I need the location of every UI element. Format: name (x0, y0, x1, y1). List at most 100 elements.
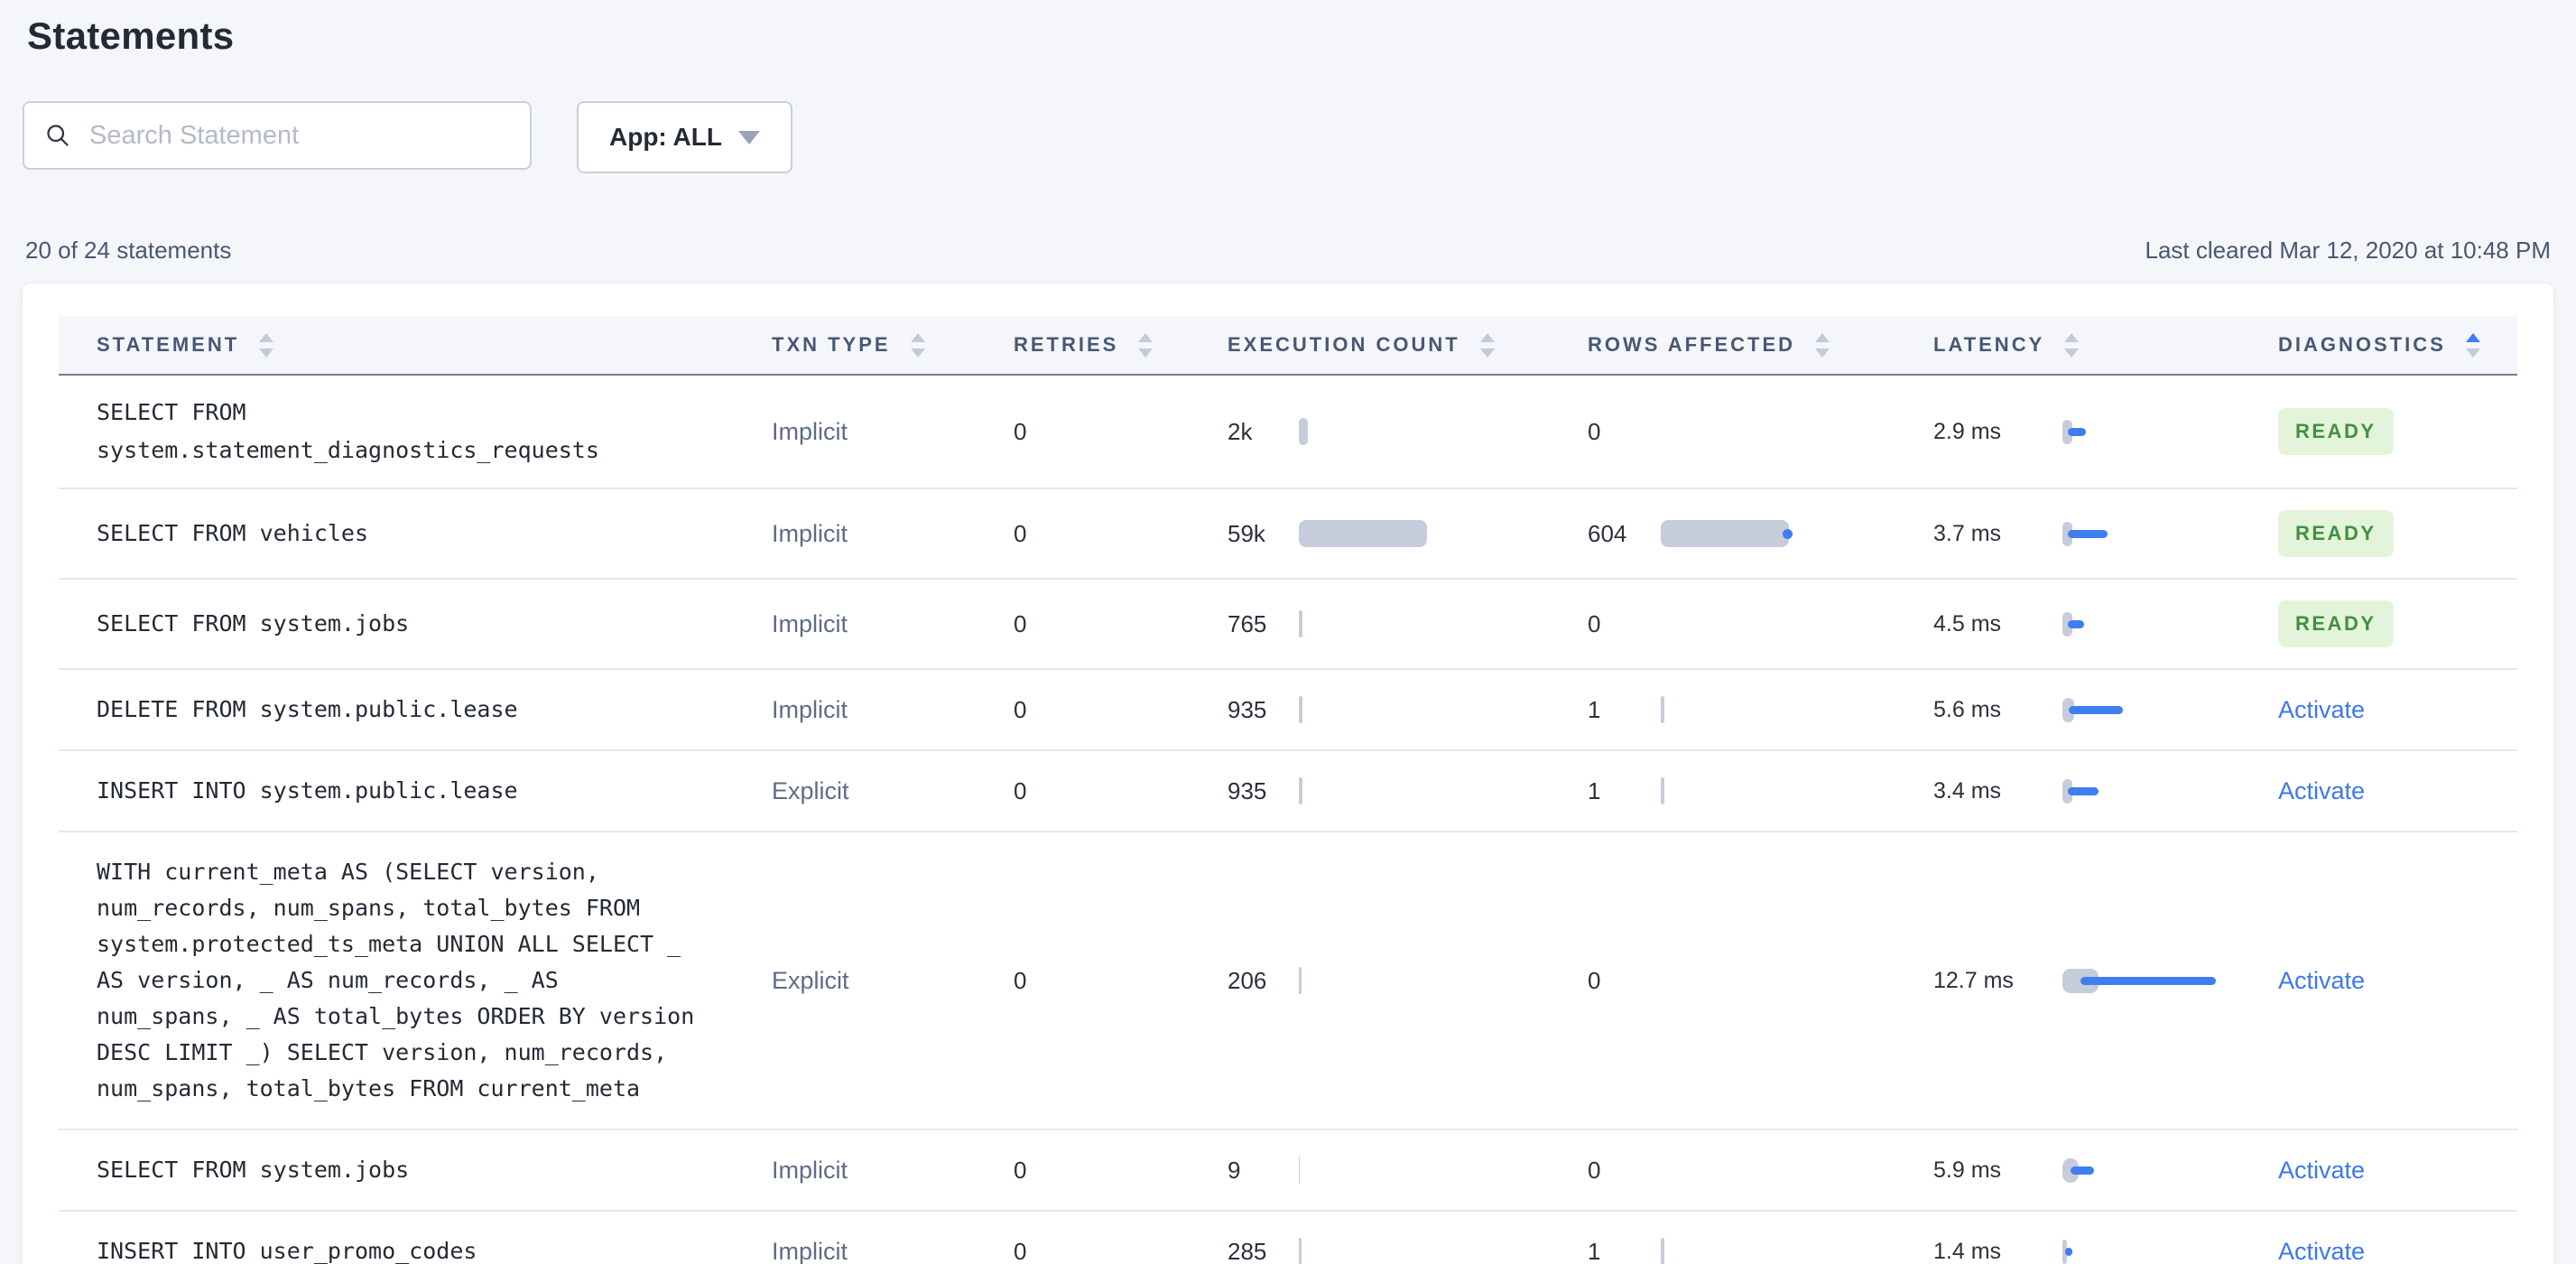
txn-type-value: Implicit (772, 695, 848, 723)
txn-type-cell: Implicit (772, 696, 1014, 724)
table-meta-row: 20 of 24 statements Last cleared Mar 12,… (22, 237, 2554, 265)
statement-text[interactable]: WITH current_meta AS (SELECT version, nu… (97, 854, 772, 1107)
diagnostics-activate-link[interactable]: Activate (2278, 1157, 2365, 1184)
search-input[interactable] (89, 120, 510, 151)
sort-down-icon (1479, 348, 1495, 358)
sort-up-icon (2465, 332, 2480, 342)
sort-down-icon (2064, 348, 2080, 358)
column-header-txn-type[interactable]: TXN TYPE (772, 332, 1014, 358)
diagnostics-activate-link[interactable]: Activate (2278, 1238, 2365, 1264)
rows-affected-value: 0 (1588, 417, 1601, 445)
latency-mean-bar (2067, 620, 2084, 628)
retries-cell: 0 (1014, 1157, 1228, 1185)
rows-affected-bar (1661, 696, 1664, 723)
execution-count-cell: 9 (1228, 1157, 1588, 1185)
sort-arrows-execution-count[interactable] (1479, 332, 1495, 358)
column-header-execution-count[interactable]: EXECUTION COUNT (1228, 332, 1588, 358)
execution-count-cell: 59k (1228, 520, 1588, 548)
execution-count-bar (1299, 610, 1302, 637)
diagnostics-activate-link[interactable]: Activate (2278, 967, 2365, 994)
table-row: INSERT INTO user_promo_codes Implicit 0 285… (59, 1212, 2517, 1264)
sort-arrows-txn-type[interactable] (910, 332, 925, 358)
sort-arrows-rows-affected[interactable] (1815, 332, 1830, 358)
statement-cell: DELETE FROM system.public.lease (59, 691, 772, 729)
rows-affected-bar (1661, 1238, 1664, 1264)
execution-count-value: 59k (1228, 519, 1265, 547)
column-header-label: ROWS AFFECTED (1588, 333, 1796, 356)
latency-value: 5.6 ms (1933, 696, 2002, 722)
rows-affected-bar-fill (1661, 696, 1664, 723)
rows-affected-bar (1661, 520, 1793, 547)
sort-down-icon (1815, 348, 1830, 358)
sort-down-icon (1138, 348, 1154, 358)
diagnostics-cell: Activate (2278, 967, 2517, 995)
sort-arrows-retries[interactable] (1138, 332, 1154, 358)
sort-arrows-latency[interactable] (2064, 332, 2080, 358)
latency-bar-chart (2062, 1155, 2225, 1185)
statement-cell: INSERT INTO system.public.lease (59, 772, 772, 810)
statement-text[interactable]: INSERT INTO user_promo_codes (97, 1232, 772, 1264)
table-row: SELECT FROM vehicles Implicit 0 59k 604 3.7 m… (59, 489, 2517, 580)
rows-affected-value: 604 (1588, 519, 1627, 547)
app-filter-dropdown[interactable]: App: ALL (577, 101, 792, 173)
latency-mean-bar (2071, 1166, 2094, 1175)
txn-type-cell: Implicit (772, 1238, 1014, 1264)
diagnostics-activate-link[interactable]: Activate (2278, 696, 2365, 723)
rows-affected-cell: 0 (1588, 1157, 1933, 1185)
statement-cell: SELECT FROM system.jobs (59, 605, 772, 643)
sort-up-icon (910, 332, 925, 342)
sort-arrows-statement[interactable] (259, 332, 274, 358)
column-header-retries[interactable]: RETRIES (1014, 332, 1228, 358)
column-header-rows-affected[interactable]: ROWS AFFECTED (1588, 332, 1933, 358)
column-header-label: TXN TYPE (772, 333, 891, 356)
txn-type-cell: Implicit (772, 418, 1014, 446)
retries-cell: 0 (1014, 610, 1228, 638)
latency-value: 3.4 ms (1933, 777, 2002, 804)
statement-text[interactable]: SELECT FROM vehicles (97, 515, 772, 553)
txn-type-cell: Implicit (772, 520, 1014, 548)
sort-arrows-diagnostics[interactable] (2465, 332, 2480, 358)
column-header-label: EXECUTION COUNT (1228, 333, 1460, 356)
retries-value: 0 (1014, 417, 1027, 445)
sort-up-icon (1138, 332, 1154, 342)
statement-text[interactable]: SELECT FROM system.jobs (97, 605, 772, 643)
execution-count-value: 206 (1228, 966, 1267, 994)
statement-text[interactable]: INSERT INTO system.public.lease (97, 772, 772, 810)
last-cleared-timestamp: Last cleared Mar 12, 2020 at 10:48 PM (2145, 237, 2552, 264)
rows-affected-bar-fill (1661, 520, 1789, 547)
latency-bar-chart (2062, 776, 2225, 806)
txn-type-value: Implicit (772, 1237, 848, 1264)
rows-affected-bar-fill (1661, 777, 1664, 804)
statement-text[interactable]: SELECT FROM system.jobs (97, 1151, 772, 1189)
sort-down-icon (2465, 348, 2480, 358)
diagnostics-ready-badge: READY (2278, 510, 2394, 557)
statements-page: Statements App: ALL 20 of 24 statements … (0, 14, 2576, 1264)
latency-bar-chart (2062, 694, 2225, 725)
column-header-latency[interactable]: LATENCY (1933, 332, 2278, 358)
latency-mean-bar (2067, 787, 2099, 795)
latency-mean-bar (2064, 1248, 2072, 1256)
execution-count-cell: 206 (1228, 967, 1588, 995)
column-header-diagnostics[interactable]: DIAGNOSTICS (2278, 332, 2517, 358)
statement-text[interactable]: DELETE FROM system.public.lease (97, 691, 772, 729)
search-statement-box[interactable] (23, 101, 532, 170)
statement-text[interactable]: SELECT FROM system.statement_diagnostics… (97, 394, 772, 469)
sort-up-icon (1479, 332, 1495, 342)
txn-type-value: Implicit (772, 1156, 848, 1184)
retries-value: 0 (1014, 966, 1027, 994)
latency-bar-chart (2062, 518, 2225, 549)
diagnostics-activate-link[interactable]: Activate (2278, 777, 2365, 804)
txn-type-value: Explicit (772, 966, 849, 994)
retries-cell: 0 (1014, 777, 1228, 805)
retries-cell: 0 (1014, 967, 1228, 995)
retries-cell: 0 (1014, 418, 1228, 446)
txn-type-cell: Implicit (772, 610, 1014, 638)
statements-table: STATEMENT TXN TYPE RETRIES EXECUTION COUNT R… (22, 283, 2554, 1264)
latency-mean-bar (2067, 428, 2086, 436)
sort-down-icon (259, 348, 274, 358)
retries-value: 0 (1014, 609, 1027, 637)
column-header-statement[interactable]: STATEMENT (59, 332, 772, 358)
column-header-label: DIAGNOSTICS (2278, 333, 2446, 356)
page-title: Statements (27, 14, 235, 57)
execution-count-value: 765 (1228, 609, 1267, 637)
